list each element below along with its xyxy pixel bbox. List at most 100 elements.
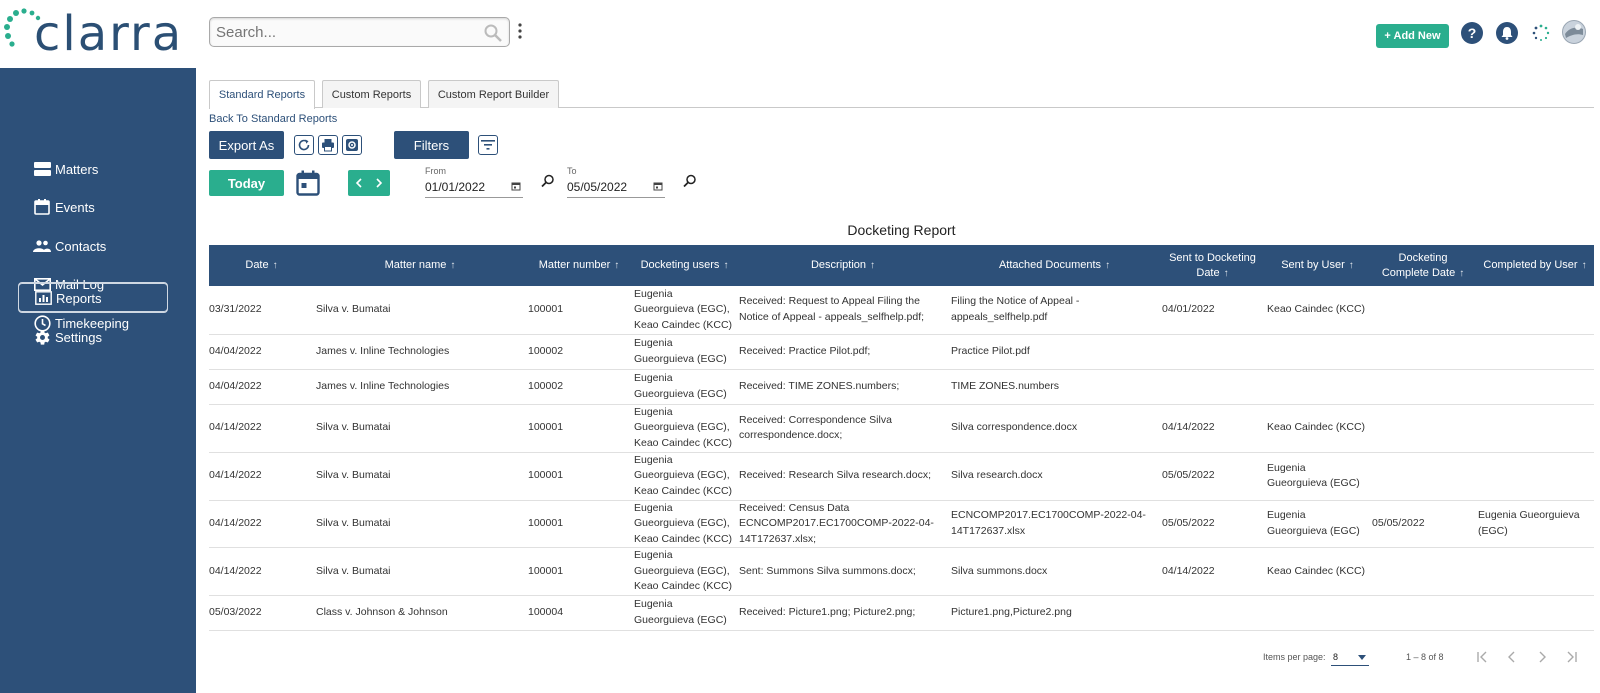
column-header[interactable]: Sent by User ↑ xyxy=(1265,245,1370,286)
table-cell: 100001 xyxy=(526,452,632,501)
to-date-field[interactable]: To 05/05/2022 xyxy=(567,166,665,198)
column-header[interactable]: Date ↑ xyxy=(209,245,314,286)
table-cell xyxy=(1370,595,1476,631)
items-per-page-select[interactable]: 8 xyxy=(1331,648,1369,666)
items-per-page-label: Items per page: xyxy=(1263,652,1326,662)
print-button[interactable] xyxy=(318,135,338,155)
next-page-button[interactable] xyxy=(1533,648,1551,666)
dropdown-arrow-icon xyxy=(1358,655,1366,660)
table-cell xyxy=(1476,334,1594,370)
table-cell: Eugenia Gueorguieva (EGC), Keao Caindec … xyxy=(632,547,737,596)
add-new-button[interactable]: + Add New xyxy=(1376,24,1449,48)
table-row[interactable]: 04/04/2022 James v. Inline Technologies 10… xyxy=(209,369,1594,405)
sidebar-item-reports-active[interactable]: Reports xyxy=(18,283,168,313)
sort-arrow-icon: ↑ xyxy=(1223,267,1229,279)
filter-lines-icon xyxy=(481,140,495,150)
sort-arrow-icon: ↑ xyxy=(723,260,729,271)
column-header[interactable]: Matter name ↑ xyxy=(314,245,526,286)
gear-icon xyxy=(33,328,51,346)
table-cell xyxy=(1265,369,1370,405)
table-cell xyxy=(1476,547,1594,596)
sidebar-item-label: Contacts xyxy=(55,238,107,254)
filters-button[interactable]: Filters xyxy=(394,131,469,159)
from-date-field[interactable]: From 01/01/2022 xyxy=(425,166,523,198)
tab-custom-reports[interactable]: Custom Reports xyxy=(322,80,421,108)
table-row[interactable]: 05/03/2022 Class v. Johnson & Johnson 1000… xyxy=(209,595,1594,631)
chevron-right-icon[interactable] xyxy=(375,178,383,188)
table-row[interactable]: 04/14/2022 Silva v. Bumatai 100001 Eugenia … xyxy=(209,500,1594,548)
settings-button[interactable] xyxy=(342,135,362,155)
column-header[interactable]: Matter number ↑ xyxy=(526,245,632,286)
sidebar-item-contacts[interactable]: Contacts xyxy=(18,231,168,261)
table-row[interactable]: 03/31/2022 Silva v. Bumatai 100001 Eugenia … xyxy=(209,286,1594,335)
search-box xyxy=(209,17,510,47)
first-page-button[interactable] xyxy=(1473,648,1491,666)
sort-arrow-icon: ↑ xyxy=(870,260,876,271)
table-cell xyxy=(1265,334,1370,370)
today-button[interactable]: Today xyxy=(209,170,284,196)
logo[interactable]: clarra xyxy=(0,0,196,68)
back-to-standard-reports-link[interactable]: Back To Standard Reports xyxy=(209,113,337,125)
table-row[interactable]: 04/04/2022 James v. Inline Technologies 10… xyxy=(209,334,1594,370)
help-icon[interactable]: ? xyxy=(1461,22,1483,44)
table-cell xyxy=(1160,369,1265,405)
search-icon[interactable] xyxy=(483,23,503,43)
tab-custom-report-builder[interactable]: Custom Report Builder xyxy=(428,80,559,108)
sidebar-item-settings[interactable]: Settings xyxy=(18,322,168,352)
zoom-search-icon[interactable] xyxy=(541,174,555,188)
table-cell xyxy=(1370,547,1476,596)
column-header[interactable]: Attached Documents ↑ xyxy=(949,245,1160,286)
column-header[interactable]: Completed by User ↑ xyxy=(1476,245,1594,286)
table-row[interactable]: 04/14/2022 Silva v. Bumatai 100001 Eugenia … xyxy=(209,547,1594,596)
chevron-left-icon[interactable] xyxy=(355,178,363,188)
logo-text: clarra xyxy=(34,6,184,62)
chevron-left-icon xyxy=(1508,651,1515,663)
zoom-search-icon[interactable] xyxy=(683,174,697,188)
table-cell xyxy=(1476,286,1594,335)
column-header[interactable]: Description ↑ xyxy=(737,245,949,286)
table-cell: 100001 xyxy=(526,547,632,596)
sidebar-item-label: Settings xyxy=(55,329,102,345)
sidebar-item-events[interactable]: Events xyxy=(18,192,168,222)
table-cell: 04/04/2022 xyxy=(209,334,314,370)
print-icon xyxy=(322,139,334,152)
table-cell: 04/14/2022 xyxy=(209,452,314,501)
search-input[interactable] xyxy=(210,18,470,46)
table-cell: Silva v. Bumatai xyxy=(314,404,526,453)
column-header[interactable]: Docketing Complete Date ↑ xyxy=(1370,245,1476,286)
avatar[interactable] xyxy=(1562,20,1586,44)
table-cell xyxy=(1370,334,1476,370)
table-cell: TIME ZONES.numbers xyxy=(949,369,1160,405)
table-cell: Eugenia Gueorguieva (EGC) xyxy=(632,369,737,405)
last-page-button[interactable] xyxy=(1563,648,1581,666)
tab-standard-reports[interactable]: Standard Reports xyxy=(209,80,315,109)
svg-text:?: ? xyxy=(1468,25,1477,41)
sort-arrow-icon: ↑ xyxy=(1581,260,1587,271)
from-date-value[interactable]: 01/01/2022 xyxy=(425,180,485,194)
date-calendar-icon[interactable] xyxy=(511,181,521,191)
table-cell: Received: Practice Pilot.pdf; xyxy=(737,334,949,370)
table-row[interactable]: 04/14/2022 Silva v. Bumatai 100001 Eugenia … xyxy=(209,404,1594,453)
column-header[interactable]: Docketing users ↑ xyxy=(632,245,737,286)
column-header[interactable]: Sent to Docketing Date ↑ xyxy=(1160,245,1265,286)
more-options-icon[interactable] xyxy=(516,22,524,40)
filter-toggle-button[interactable] xyxy=(478,135,498,155)
previous-page-button[interactable] xyxy=(1503,648,1521,666)
date-calendar-icon[interactable] xyxy=(653,181,663,191)
table-cell: Eugenia Gueorguieva (EGC), Keao Caindec … xyxy=(632,286,737,335)
sidebar-item-label: Matters xyxy=(55,161,99,177)
table-row[interactable]: 04/14/2022 Silva v. Bumatai 100001 Eugenia … xyxy=(209,452,1594,501)
table-cell: 100001 xyxy=(526,286,632,335)
to-date-value[interactable]: 05/05/2022 xyxy=(567,180,627,194)
chevron-right-icon xyxy=(1539,651,1546,663)
notification-bell-icon[interactable] xyxy=(1496,22,1518,44)
table-cell: ECNCOMP2017.EC1700COMP-2022-04-14T172637… xyxy=(949,500,1160,548)
export-as-button[interactable]: Export As xyxy=(209,131,284,159)
sidebar-item-matters[interactable]: Matters xyxy=(18,154,168,184)
table-cell: Eugenia Gueorguieva (EGC), Keao Caindec … xyxy=(632,500,737,548)
refresh-button[interactable] xyxy=(294,135,314,155)
calendar-picker-icon[interactable] xyxy=(296,170,320,196)
table-cell: Silva summons.docx xyxy=(949,547,1160,596)
table-cell: Eugenia Gueorguieva (EGC) xyxy=(632,334,737,370)
sort-arrow-icon: ↑ xyxy=(450,260,456,271)
